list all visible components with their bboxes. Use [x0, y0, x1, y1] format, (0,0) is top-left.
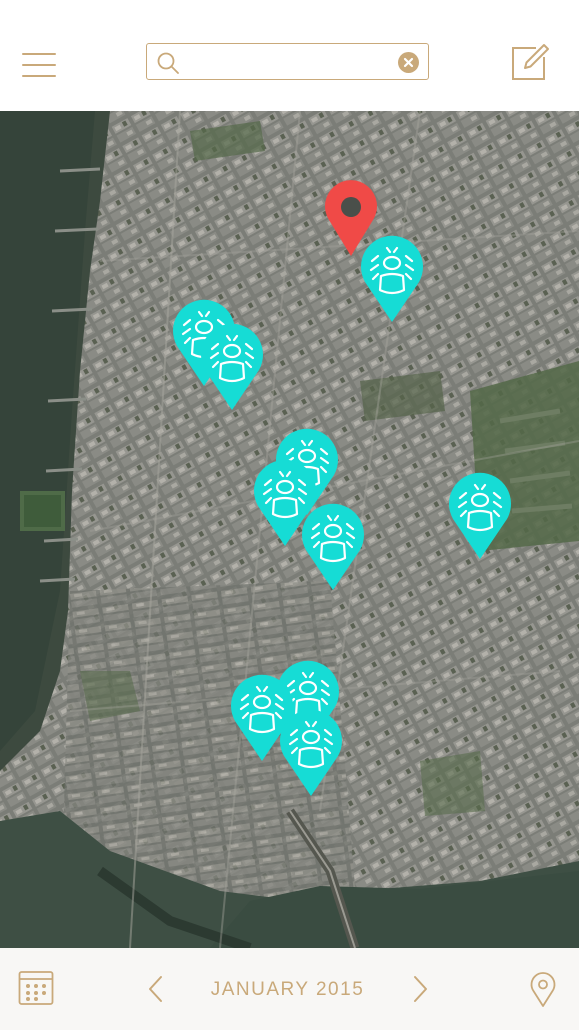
search-bar[interactable] [146, 43, 429, 80]
incident-marker[interactable] [278, 708, 344, 798]
compose-edit-icon[interactable] [510, 43, 550, 83]
satellite-map[interactable] [0, 111, 579, 948]
incident-marker[interactable] [300, 502, 366, 592]
location-pin-outline-icon[interactable] [530, 972, 556, 1008]
clear-circle-x-icon[interactable] [398, 52, 419, 73]
incident-marker[interactable] [447, 471, 513, 561]
calendar-grid-icon[interactable] [18, 970, 54, 1006]
search-input[interactable] [189, 50, 393, 74]
chevron-right-icon[interactable] [410, 974, 430, 1004]
incident-marker[interactable] [199, 322, 265, 412]
bottom-bar: JANUARY 2015 [0, 948, 579, 1030]
month-label: JANUARY 2015 [210, 979, 365, 1000]
hamburger-menu-icon[interactable] [22, 48, 56, 80]
search-icon [157, 52, 179, 74]
top-bar [0, 0, 579, 111]
incident-marker[interactable] [359, 234, 425, 324]
chevron-left-icon[interactable] [146, 974, 166, 1004]
